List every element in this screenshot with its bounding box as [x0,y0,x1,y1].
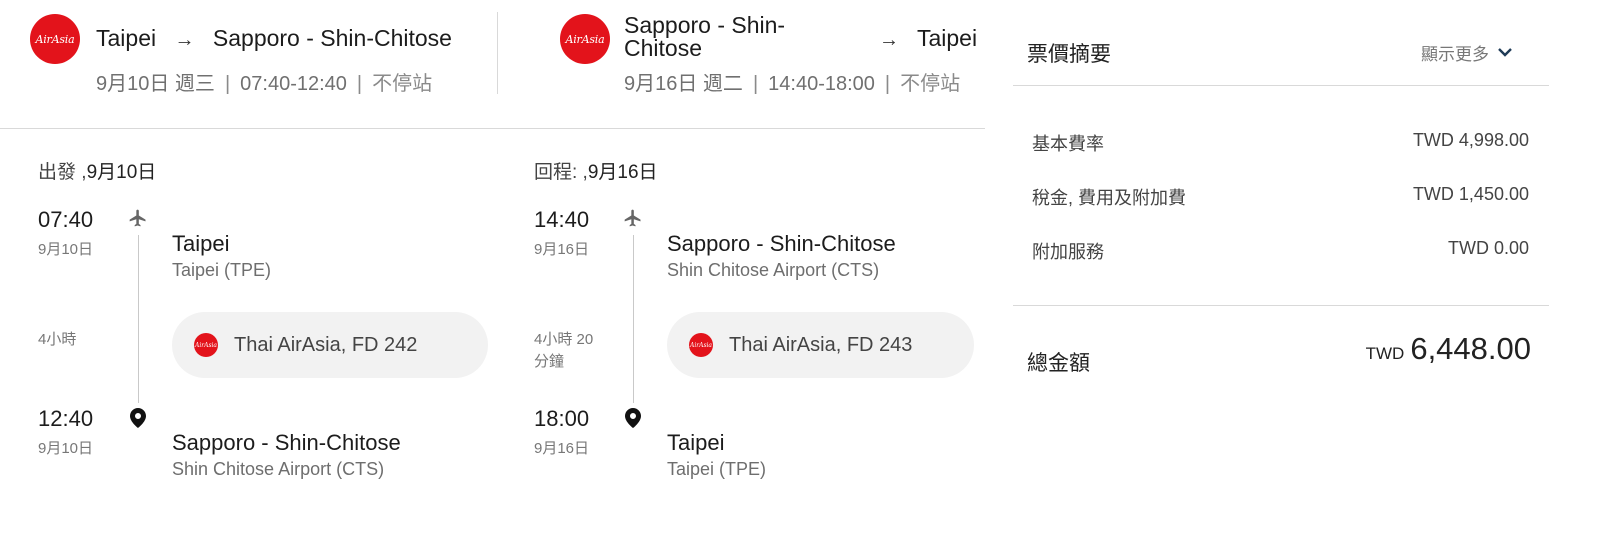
outbound-header-route: Taipei → Sapporo - Shin-Chitose [96,25,452,52]
outbound-arrival-time: 12:40 [38,406,94,431]
outbound-arrival-city: Sapporo - Shin-Chitose [172,430,401,455]
airasia-logo: AirAsia [560,14,610,64]
summary-total-divider [1013,305,1549,306]
outbound-departure-time: 07:40 [38,207,94,232]
return-duration: 4小時 20 分鐘 [534,331,594,370]
return-flight-card[interactable]: AirAsia Thai AirAsia, FD 243 [667,312,974,378]
return-section-title: 回程: ,9月16日 [534,162,658,183]
airasia-logo: AirAsia [689,333,713,357]
return-departure-airport: Shin Chitose Airport (CTS) [667,260,880,280]
return-timeline [633,235,634,403]
return-header-to-wrap: → Taipei [879,25,977,52]
outbound-arrival-date: 9月10日 [38,440,94,457]
show-more-label: 顯示更多 [1421,45,1489,64]
outbound-departure-date: 9月10日 [38,241,94,258]
return-header-to: Taipei [916,25,978,51]
outbound-header-stops: 不停站 [372,73,433,95]
location-pin-icon [130,408,146,433]
airasia-logo: AirAsia [30,14,80,64]
total-label: 總金額 [1027,352,1090,375]
addons-label: 附加服務 [1032,242,1104,262]
return-arrival-airport: Taipei (TPE) [667,459,767,479]
outbound-header-to: Sapporo - Shin-Chitose [212,25,452,51]
outbound-departure-city: Taipei [172,231,230,256]
return-arrival-time: 18:00 [534,406,590,431]
return-header-date: 9月16日 週二 [624,73,743,95]
total-amount: 6,448.00 [1410,331,1531,366]
outbound-section-title: 出發 ,9月10日 [38,162,157,183]
header-divider [497,12,498,94]
return-flight-number: Thai AirAsia, FD 243 [729,333,913,356]
outbound-flight-card[interactable]: AirAsia Thai AirAsia, FD 242 [172,312,488,378]
airplane-icon [128,208,148,233]
outbound-arrival-airport: Shin Chitose Airport (CTS) [172,459,385,479]
outbound-flight-number: Thai AirAsia, FD 242 [234,333,418,356]
arrow-right-icon: → [174,29,195,51]
outbound-header-from: Taipei [96,25,157,51]
return-arrival-city: Taipei [667,430,725,455]
return-header-from: Sapporo - Shin- Chitose [624,12,786,61]
return-arrival-date: 9月16日 [534,440,590,457]
outbound-timeline [138,235,139,403]
taxes-fees-value: TWD 1,450.00 [1412,184,1529,204]
base-fare-label: 基本費率 [1032,134,1104,154]
base-fare-value: TWD 4,998.00 [1412,130,1529,150]
outbound-header-meta: 9月10日 週三 | 07:40-12:40 | 不停站 [96,73,433,95]
return-departure-date: 9月16日 [534,241,590,258]
addons-value: TWD 0.00 [1447,238,1529,258]
airplane-icon [623,208,643,233]
summary-divider [1013,85,1549,86]
outbound-duration: 4小時 [38,331,77,348]
chevron-down-icon [1497,43,1513,63]
total-currency: TWD [1365,344,1405,363]
return-header-times: 14:40-18:00 [768,73,875,95]
return-departure-city: Sapporo - Shin-Chitose [667,231,896,256]
outbound-header-times: 07:40-12:40 [240,73,347,95]
return-header-stops: 不停站 [900,73,961,95]
outbound-departure-airport: Taipei (TPE) [172,260,272,280]
fare-summary-title: 票價摘要 [1027,43,1111,66]
location-pin-icon [625,408,641,433]
outbound-header-date: 9月10日 週三 [96,73,215,95]
return-header-meta: 9月16日 週二 | 14:40-18:00 | 不停站 [624,73,961,95]
taxes-fees-label: 稅金, 費用及附加費 [1032,188,1187,208]
airasia-logo: AirAsia [194,333,218,357]
total-price: TWD 6,448.00 [1366,331,1531,367]
header-bottom-divider [0,128,985,129]
return-departure-time: 14:40 [534,207,590,232]
arrow-right-icon: → [879,29,899,51]
show-more-button[interactable]: 顯示更多 [1421,40,1513,65]
